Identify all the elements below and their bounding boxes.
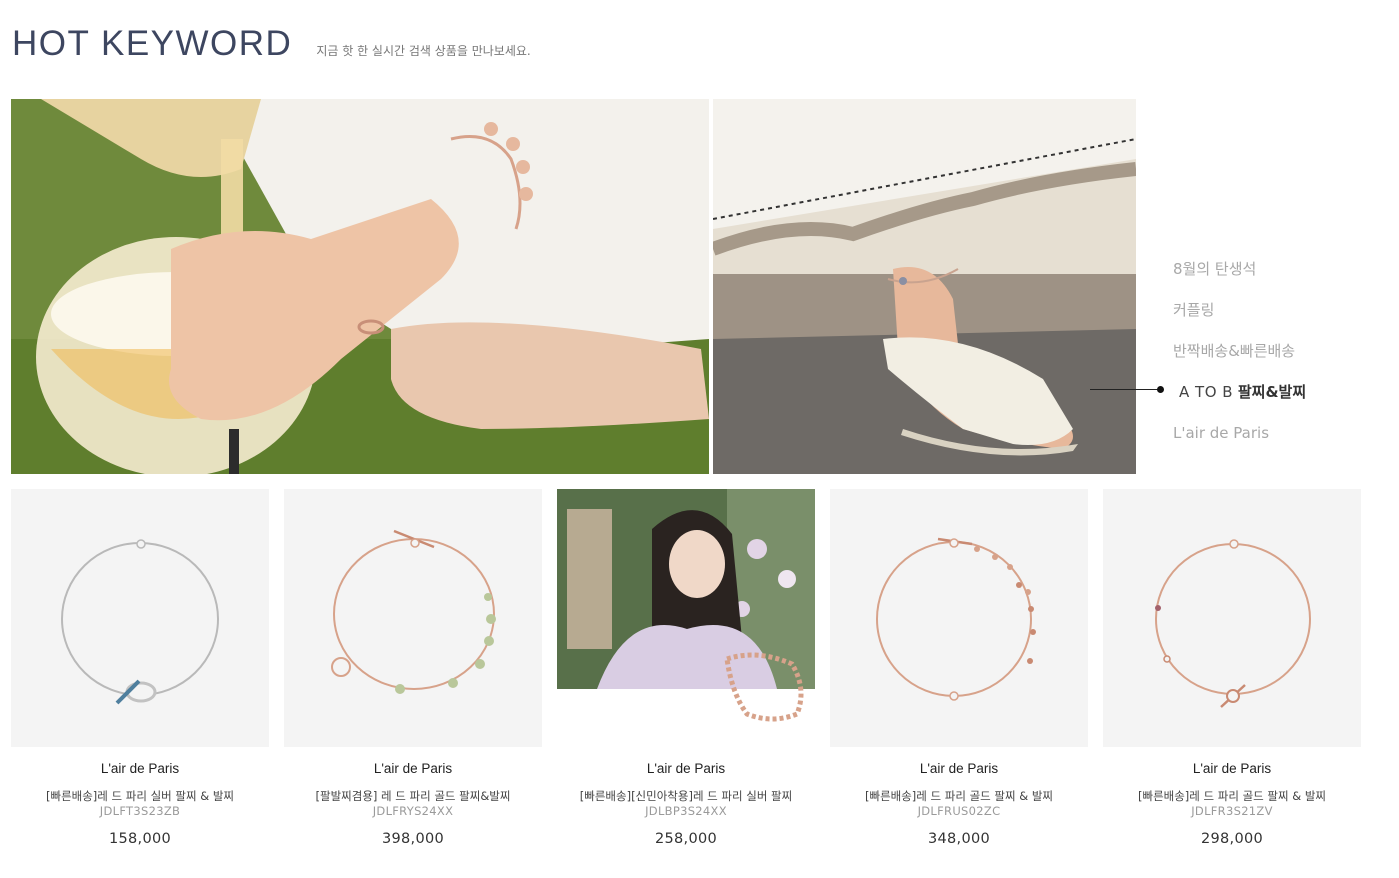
- section-subtitle: 지금 핫 한 실시간 검색 상품을 만나보세요.: [316, 44, 531, 58]
- model-with-bracelet-photo-icon: [557, 489, 815, 722]
- product-brand: L'air de Paris: [1192, 761, 1272, 776]
- keyword-item-fast-delivery[interactable]: 반짝배송&빠른배송: [1173, 338, 1383, 379]
- product-price: 158,000: [108, 831, 172, 847]
- keyword-label: 8월의 탄생석: [1173, 260, 1257, 278]
- indicator-dot-icon: [1157, 386, 1164, 393]
- keyword-label: 커플링: [1173, 301, 1215, 319]
- keyword-item-lair-de-paris[interactable]: L'air de Paris: [1173, 420, 1383, 461]
- hot-keyword-section: HOT KEYWORD 지금 핫 한 실시간 검색 상품을 만나보세요. 8월의…: [0, 0, 1399, 878]
- sandal-scene-illustration: [713, 99, 1136, 474]
- product-image[interactable]: [1103, 489, 1361, 747]
- product-name[interactable]: [빠른배송]레 드 파리 실버 팔찌 & 발찌: [11, 788, 269, 804]
- product-brand: L'air de Paris: [919, 761, 999, 776]
- product-brand: L'air de Paris: [100, 761, 180, 776]
- product-name[interactable]: [빠른배송]레 드 파리 골드 팔찌 & 발찌: [830, 788, 1088, 804]
- banner-image-champagne[interactable]: [11, 99, 709, 474]
- keyword-label: 반짝배송&빠른배송: [1173, 342, 1296, 360]
- product-brand: L'air de Paris: [373, 761, 453, 776]
- active-keyword-indicator: [1090, 385, 1170, 395]
- product-brand: L'air de Paris: [646, 761, 726, 776]
- product-card[interactable]: L'air de Paris [팔발찌겸용] 레 드 파리 골드 팔찌&발찌 J…: [284, 489, 542, 847]
- keyword-item-couple-ring[interactable]: 커플링: [1173, 297, 1383, 338]
- product-image[interactable]: [830, 489, 1088, 747]
- champagne-scene-illustration: [11, 99, 709, 474]
- product-price: 298,000: [1200, 831, 1264, 847]
- product-name[interactable]: [빠른배송][신민아착용]레 드 파리 실버 팔찌: [557, 788, 815, 804]
- banner-image-anklet[interactable]: [713, 99, 1136, 474]
- product-code: JDLBP3S24XX: [645, 804, 727, 818]
- keyword-label-latin: A TO B: [1179, 383, 1234, 401]
- product-price: 258,000: [654, 831, 718, 847]
- indicator-line: [1090, 389, 1160, 390]
- product-image[interactable]: [284, 489, 542, 747]
- rose-gold-green-bead-bracelet-icon: [331, 529, 496, 694]
- product-code: JDLFRYS24XX: [372, 804, 454, 818]
- keyword-list: 8월의 탄생석 커플링 반짝배송&빠른배송 A TO B 팔찌&발찌 L'air…: [1173, 256, 1383, 461]
- rose-gold-toggle-bracelet-icon: [1155, 539, 1311, 708]
- keyword-item-birthstone[interactable]: 8월의 탄생석: [1173, 256, 1383, 297]
- product-card[interactable]: L'air de Paris [빠른배송]레 드 파리 골드 팔찌 & 발찌 J…: [830, 489, 1088, 847]
- product-image[interactable]: [557, 489, 815, 747]
- product-image[interactable]: [11, 489, 269, 747]
- section-title: HOT KEYWORD: [12, 24, 293, 63]
- silver-toggle-bracelet-icon: [61, 539, 219, 705]
- product-card[interactable]: L'air de Paris [빠른배송]레 드 파리 골드 팔찌 & 발찌 J…: [1103, 489, 1361, 847]
- product-card[interactable]: L'air de Paris [빠른배송][신민아착용]레 드 파리 실버 팔찌…: [557, 489, 815, 847]
- keyword-label: L'air de Paris: [1173, 424, 1270, 442]
- product-name[interactable]: [팔발찌겸용] 레 드 파리 골드 팔찌&발찌: [284, 788, 542, 804]
- keyword-item-a-to-b[interactable]: A TO B 팔찌&발찌: [1173, 379, 1383, 420]
- product-code: JDLFR3S21ZV: [1191, 804, 1273, 818]
- product-price: 348,000: [927, 831, 991, 847]
- product-card[interactable]: L'air de Paris [빠른배송]레 드 파리 실버 팔찌 & 발찌 J…: [11, 489, 269, 847]
- product-price: 398,000: [381, 831, 445, 847]
- section-header: HOT KEYWORD 지금 핫 한 실시간 검색 상품을 만나보세요.: [12, 24, 531, 64]
- product-code: JDLFT3S23ZB: [99, 804, 181, 818]
- product-name[interactable]: [빠른배송]레 드 파리 골드 팔찌 & 발찌: [1103, 788, 1361, 804]
- product-code: JDLFRUS02ZC: [917, 804, 1001, 818]
- rose-gold-charm-bracelet-icon: [876, 537, 1036, 701]
- keyword-label-bold: 팔찌&발찌: [1237, 383, 1307, 401]
- product-list: L'air de Paris [빠른배송]레 드 파리 실버 팔찌 & 발찌 J…: [11, 489, 1361, 869]
